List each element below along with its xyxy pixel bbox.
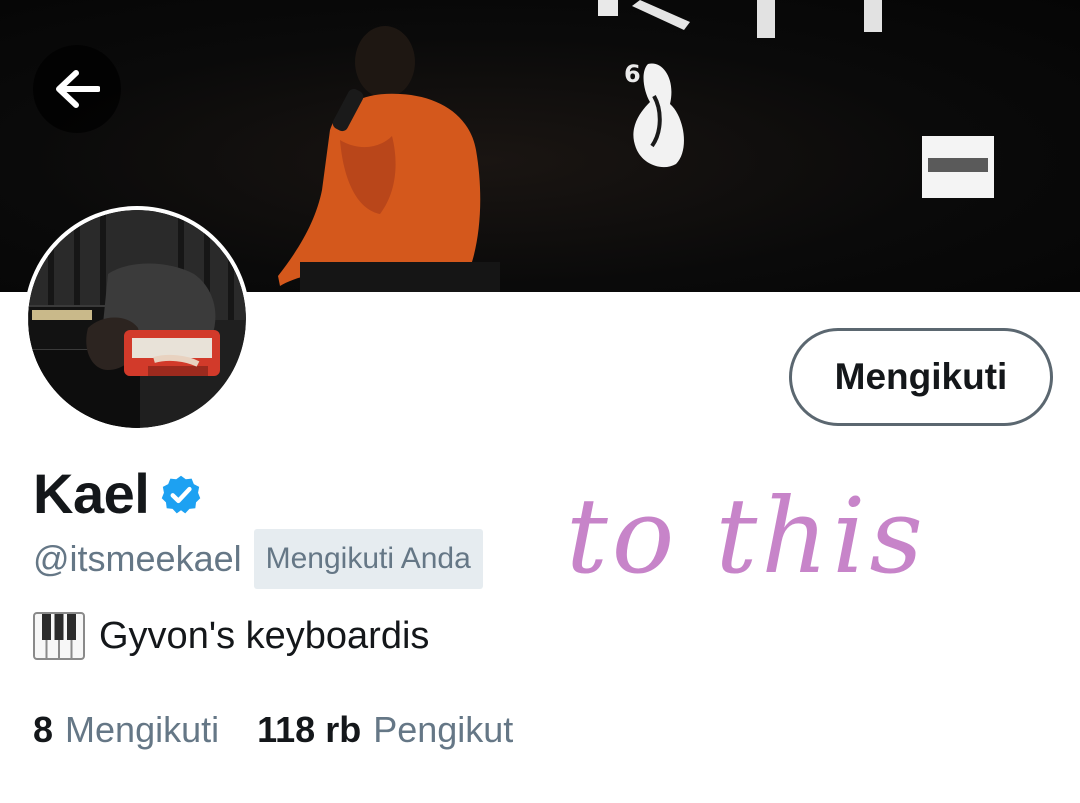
stage-light-strip xyxy=(864,0,882,32)
handle-row: @itsmeekael Mengikuti Anda xyxy=(33,528,483,590)
back-button[interactable] xyxy=(33,45,121,133)
avatar[interactable] xyxy=(24,206,250,432)
display-name: Kael xyxy=(33,461,150,525)
following-stat[interactable]: 8 Mengikuti xyxy=(33,709,219,751)
performer-legs xyxy=(300,262,500,292)
display-name-row: Kael xyxy=(33,458,203,528)
stage-light-strip xyxy=(632,0,690,30)
verified-badge-icon xyxy=(162,475,201,514)
avatar-photo xyxy=(28,210,246,428)
following-label: Mengikuti xyxy=(65,709,220,750)
followers-label: Pengikut xyxy=(373,709,514,750)
user-handle: @itsmeekael xyxy=(33,538,242,579)
following-button[interactable]: Mengikuti xyxy=(789,328,1053,426)
following-button-label: Mengikuti xyxy=(834,356,1008,397)
followers-stat[interactable]: 118 rb Pengikut xyxy=(257,709,513,751)
follows-you-badge: Mengikuti Anda xyxy=(253,529,483,589)
profile-bio: Gyvon's keyboardis xyxy=(99,614,430,657)
stage-screen-box-band xyxy=(928,158,988,172)
piano-keys-icon xyxy=(33,612,85,660)
profile-screen: 6 Mengikuti Kael @itsmeekael Mengikuti A… xyxy=(0,0,1080,803)
annotation-text: to this xyxy=(566,475,927,597)
performer-head xyxy=(355,26,415,98)
followers-count: 118 rb xyxy=(257,709,362,750)
bio-row: Gyvon's keyboardis xyxy=(33,606,429,666)
stats-row: 8 Mengikuti 118 rb Pengikut xyxy=(33,700,513,760)
arrow-left-icon xyxy=(56,70,100,108)
stage-light-strip xyxy=(757,0,775,38)
stage-light-strip xyxy=(598,0,618,16)
handwritten-annotation: to this xyxy=(566,475,927,597)
stage-screen-number: 6 xyxy=(624,60,641,88)
following-count: 8 xyxy=(33,709,54,750)
